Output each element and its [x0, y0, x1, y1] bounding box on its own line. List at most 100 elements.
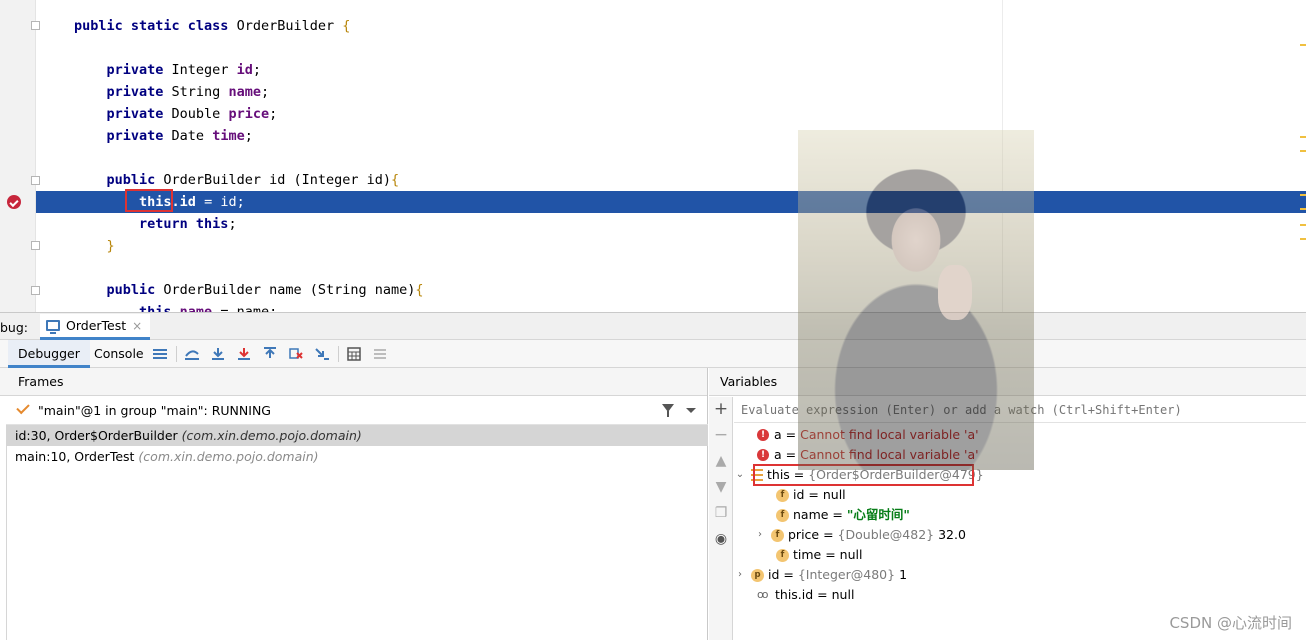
move-down-icon[interactable]: ▼ — [713, 479, 729, 495]
session-tab-ordertest[interactable]: OrderTest × — [40, 314, 151, 340]
frame-method: id:30, Order$OrderBuilder — [15, 428, 178, 443]
code-line[interactable]: public OrderBuilder name (String name){ — [74, 279, 424, 301]
code-token: = id; — [195, 194, 245, 210]
code-editor[interactable]: public static class OrderBuilder { priva… — [0, 0, 1306, 312]
code-token: return this — [139, 216, 229, 232]
debug-title: bug: — [0, 320, 29, 335]
code-line[interactable]: private Integer id; — [74, 59, 261, 81]
step-over-icon[interactable] — [210, 346, 226, 362]
scrollbar-marker[interactable] — [1300, 150, 1306, 152]
code-token: OrderBuilder — [236, 18, 343, 34]
variable-value: 32.0 — [938, 527, 966, 542]
duplicate-watch-icon[interactable]: ❐ — [713, 505, 729, 521]
variables-side-toolbar: + − ▲ ▼ ❐ ◉ — [709, 397, 733, 640]
filter-icon[interactable] — [662, 404, 674, 417]
step-out-icon[interactable] — [262, 346, 278, 362]
code-token: ; — [260, 84, 270, 100]
code-token: OrderBuilder name (String name) — [163, 282, 416, 298]
toolbar-separator — [338, 346, 339, 362]
scrollbar-marker[interactable] — [1300, 44, 1306, 46]
code-line[interactable]: private Double price; — [74, 103, 278, 125]
layout-menu-icon[interactable] — [152, 346, 168, 362]
frame-package: (com.xin.demo.pojo.domain) — [138, 449, 319, 464]
code-line[interactable]: public static class OrderBuilder { — [74, 15, 350, 37]
variable-name: id — [793, 487, 805, 502]
variable-row-watch[interactable]: oo this.id = null — [741, 585, 854, 605]
chevron-right-icon[interactable]: › — [735, 565, 745, 585]
fold-marker[interactable] — [31, 241, 40, 250]
frames-panel: Frames "main"@1 in group "main": RUNNING… — [0, 368, 708, 640]
scrollbar-marker[interactable] — [1300, 224, 1306, 226]
move-up-icon[interactable]: ▲ — [713, 453, 729, 469]
field-icon: f — [776, 508, 789, 522]
current-execution-line[interactable]: this.id = id; — [36, 191, 1306, 213]
variable-ref: {Integer@480} — [797, 567, 896, 582]
remove-watch-icon[interactable]: − — [713, 427, 729, 444]
variable-row[interactable]: f time = null — [760, 545, 862, 565]
code-token: public — [106, 172, 164, 188]
scrollbar-marker[interactable] — [1300, 208, 1306, 210]
trace-stream-icon[interactable] — [372, 346, 388, 362]
variable-value: null — [831, 587, 855, 602]
overlay-photo — [798, 130, 1034, 470]
scrollbar-marker[interactable] — [1300, 194, 1306, 196]
frame-package: (com.xin.demo.pojo.domain) — [181, 428, 362, 443]
code-token: } — [106, 238, 115, 254]
code-line[interactable]: private String name; — [74, 81, 270, 103]
tab-debugger[interactable]: Debugger — [8, 340, 90, 368]
fold-marker[interactable] — [31, 176, 40, 185]
code-line[interactable]: public OrderBuilder id (Integer id){ — [74, 169, 400, 191]
eye-icon[interactable]: ◉ — [713, 531, 729, 547]
fold-marker[interactable] — [31, 286, 40, 295]
error-icon: ! — [757, 429, 769, 441]
chevron-down-icon[interactable] — [686, 408, 696, 413]
breakpoint-icon[interactable] — [7, 195, 21, 209]
variable-equals: = — [819, 527, 838, 542]
variable-row[interactable]: › f price = {Double@482} 32.0 — [755, 525, 966, 545]
code-line[interactable]: return this; — [74, 213, 237, 235]
code-line[interactable]: private Date time; — [74, 125, 253, 147]
code-token: private — [106, 62, 172, 78]
code-token: ; — [244, 128, 253, 144]
close-icon[interactable]: × — [132, 319, 142, 333]
add-watch-icon[interactable]: + — [713, 401, 729, 418]
stack-frame-row[interactable]: id:30, Order$OrderBuilder (com.xin.demo.… — [6, 425, 708, 446]
code-token: ; — [269, 106, 278, 122]
code-token: OrderBuilder id (Integer id) — [163, 172, 391, 188]
scrollbar-marker[interactable] — [1300, 136, 1306, 138]
step-into-icon[interactable] — [236, 346, 252, 362]
code-line[interactable]: } — [74, 235, 115, 257]
thread-selector[interactable]: "main"@1 in group "main": RUNNING — [6, 397, 708, 425]
variable-name: this.id — [775, 587, 814, 602]
run-to-cursor-icon[interactable] — [314, 346, 330, 362]
field-icon: f — [771, 528, 784, 542]
code-token: time — [212, 128, 245, 144]
show-execution-point-icon[interactable] — [184, 346, 200, 362]
variable-row[interactable]: › p id = {Integer@480} 1 — [735, 565, 907, 585]
variable-value: null — [839, 547, 863, 562]
code-line[interactable]: this.name = name; — [74, 301, 277, 312]
debug-tool-window-header: bug: OrderTest × — [0, 312, 1306, 340]
debug-toolbar: Debugger Console — [0, 340, 1306, 368]
drop-frame-icon[interactable] — [288, 346, 304, 362]
scrollbar-marker[interactable] — [1300, 238, 1306, 240]
chevron-right-icon[interactable]: › — [755, 525, 765, 545]
watermark: CSDN @心流时间 — [1169, 614, 1292, 632]
variable-row[interactable]: f name = "心留时间" — [760, 505, 910, 525]
evaluate-expression-icon[interactable] — [346, 346, 362, 362]
variable-row[interactable]: f id = null — [760, 485, 846, 505]
stack-frame-row[interactable]: main:10, OrderTest (com.xin.demo.pojo.do… — [6, 446, 708, 467]
chevron-down-icon[interactable]: ⌄ — [735, 465, 745, 485]
variable-name: name — [793, 507, 829, 522]
code-token: { — [342, 18, 351, 34]
fold-marker[interactable] — [31, 21, 40, 30]
editor-gutter[interactable] — [0, 0, 40, 312]
code-token: String — [171, 84, 229, 100]
variable-equals: = — [813, 587, 832, 602]
tab-console[interactable]: Console — [84, 340, 154, 368]
code-token: public — [106, 282, 164, 298]
